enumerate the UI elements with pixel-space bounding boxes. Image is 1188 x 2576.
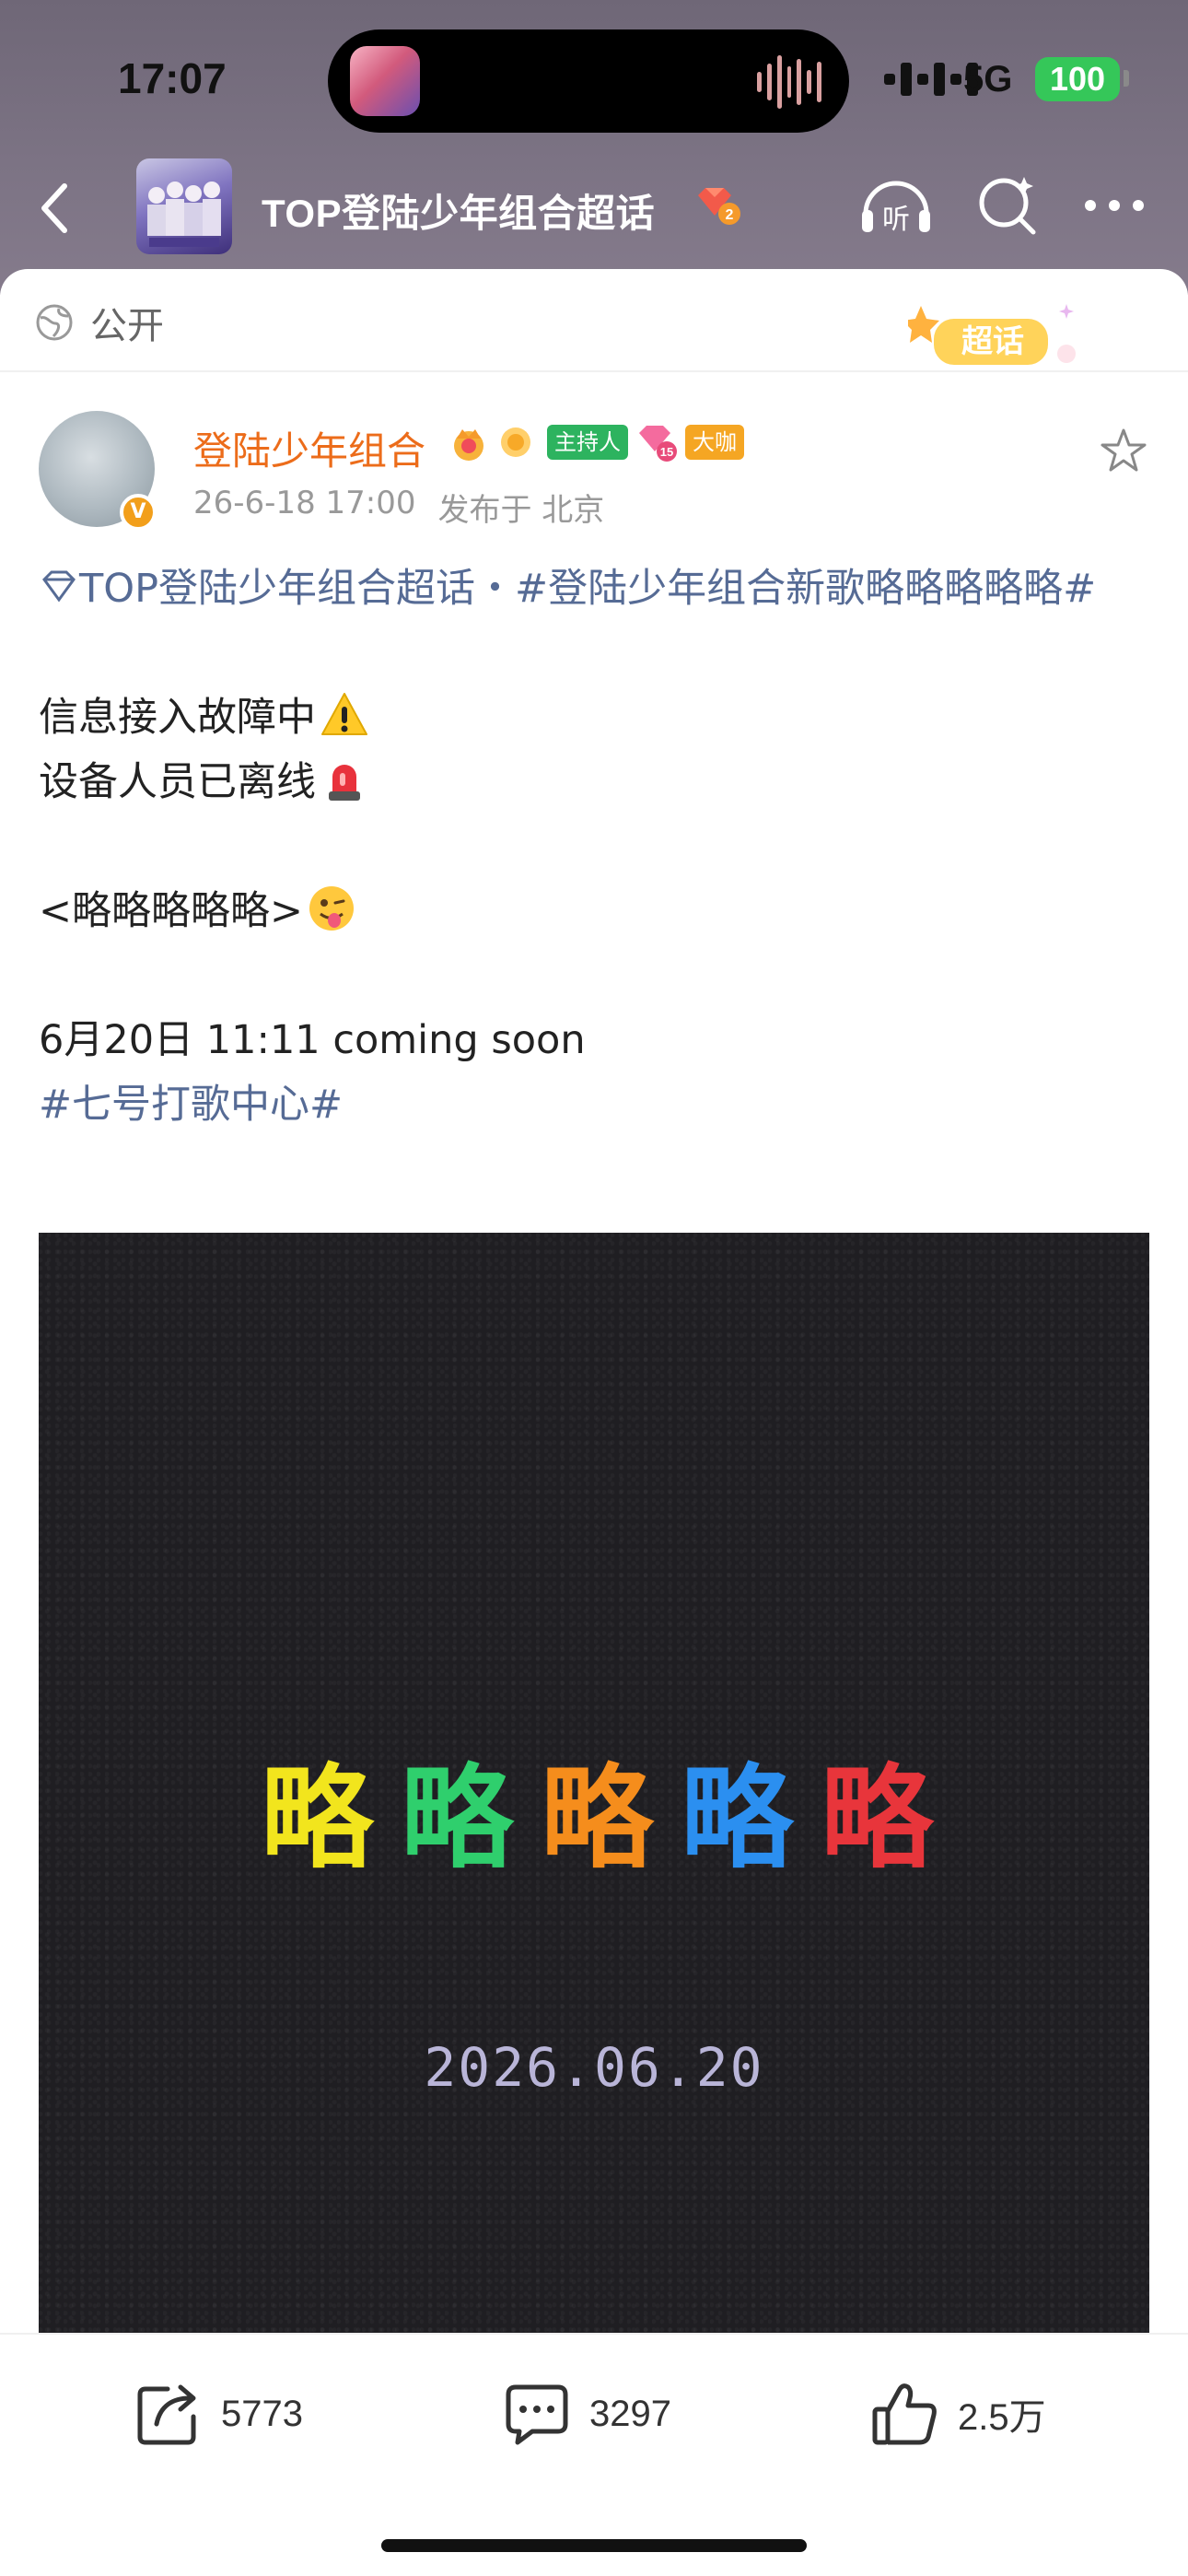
gem-badge-icon[interactable]: 15 bbox=[635, 422, 678, 463]
siren-icon bbox=[329, 765, 360, 801]
search-icon[interactable] bbox=[976, 171, 1042, 238]
supertopic-thumbnail[interactable] bbox=[136, 158, 232, 254]
post-image[interactable]: 略略略略略 2026.06.20 bbox=[39, 1233, 1149, 2338]
svg-text:听: 听 bbox=[882, 204, 910, 236]
chaohua-badge[interactable]: 超话 bbox=[908, 299, 1089, 378]
post-line-tag[interactable]: TOP登陆少年组合超话・#登陆少年组合新歌略略略略略# bbox=[39, 556, 1153, 621]
post-line-text: 设备人员已离线 bbox=[39, 759, 316, 805]
svg-text:2: 2 bbox=[726, 207, 734, 223]
share-icon bbox=[137, 2384, 196, 2445]
visibility-row: 公开 bbox=[35, 297, 164, 348]
post-line-text: 6月20日 11:11 coming soon bbox=[39, 1017, 586, 1063]
like-count: 2.5万 bbox=[958, 2397, 1046, 2438]
battery-tip bbox=[1124, 70, 1129, 87]
like-button[interactable]: 2.5万 bbox=[869, 2375, 1046, 2453]
share-button[interactable]: 5773 bbox=[133, 2375, 303, 2453]
post-body: TOP登陆少年组合超话・#登陆少年组合新歌略略略略略# 信息接入故障中 设备人员… bbox=[39, 556, 1153, 1137]
pixel-title-glyph: 略 bbox=[401, 1758, 515, 1878]
post-timestamp: 26-6-18 17:00 bbox=[193, 485, 416, 521]
network-type: 5G bbox=[963, 59, 1013, 100]
post-line[interactable]: #七号打歌中心# bbox=[39, 1072, 1153, 1137]
hashtag-link[interactable]: #七号打歌中心# bbox=[39, 1082, 343, 1128]
post-line-blank bbox=[39, 621, 1153, 685]
pixel-title-glyph: 略 bbox=[261, 1758, 375, 1878]
home-indicator[interactable] bbox=[381, 2539, 807, 2552]
post-line-text: <略略略略略> bbox=[39, 888, 304, 934]
host-badge[interactable]: 主持人 bbox=[547, 425, 628, 460]
level-gem-icon: 2 bbox=[698, 188, 740, 225]
verified-icon: V bbox=[120, 494, 157, 531]
author-name[interactable]: 登陆少年组合 bbox=[193, 420, 425, 476]
post-meta: 26-6-18 17:00 发布于 北京 bbox=[193, 485, 604, 530]
post-location: 发布于 北京 bbox=[437, 492, 605, 529]
post-line: <略略略略略> bbox=[39, 879, 1153, 943]
post-line: 设备人员已离线 bbox=[39, 750, 1153, 814]
status-time: 17:07 bbox=[118, 54, 227, 102]
divider bbox=[0, 370, 1188, 372]
globe-icon bbox=[36, 304, 73, 341]
topic-tag-link[interactable]: TOP登陆少年组合超话・#登陆少年组合新歌略略略略略# bbox=[79, 566, 1096, 612]
audio-wave-icon bbox=[757, 52, 822, 112]
svg-text:超话: 超话 bbox=[961, 323, 1024, 360]
more-icon[interactable] bbox=[1085, 192, 1149, 219]
svg-text:15: 15 bbox=[660, 445, 673, 459]
music-app-icon[interactable] bbox=[350, 46, 420, 116]
star-icon[interactable] bbox=[1098, 426, 1149, 477]
comment-icon bbox=[506, 2384, 568, 2445]
thumbs-up-icon bbox=[872, 2383, 937, 2445]
supertopic-title[interactable]: TOP登陆少年组合超话 bbox=[262, 182, 655, 239]
pixel-title-glyph: 略 bbox=[541, 1758, 655, 1878]
warning-icon bbox=[321, 693, 367, 735]
battery-icon: 100 bbox=[1035, 57, 1120, 101]
fan-medal-icon[interactable] bbox=[497, 422, 540, 463]
crown-icon[interactable] bbox=[448, 422, 490, 463]
pixel-title-glyph: 略 bbox=[821, 1758, 935, 1878]
post-line: 信息接入故障中 bbox=[39, 685, 1153, 750]
comment-count: 3297 bbox=[589, 2393, 671, 2434]
comment-button[interactable]: 3297 bbox=[501, 2375, 671, 2453]
big-badge[interactable]: 大咖 bbox=[685, 425, 744, 460]
author-badges: 主持人 15 大咖 bbox=[448, 422, 744, 463]
dynamic-island[interactable] bbox=[328, 29, 849, 133]
post-line-text: 信息接入故障中 bbox=[39, 695, 316, 741]
winking-tongue-icon bbox=[309, 886, 355, 931]
post-line: 6月20日 11:11 coming soon bbox=[39, 1008, 1153, 1072]
diamond-icon bbox=[42, 570, 76, 603]
listen-icon[interactable]: 听 bbox=[858, 173, 934, 240]
image-date: 2026.06.20 bbox=[424, 2036, 764, 2099]
back-icon[interactable] bbox=[33, 181, 79, 236]
post-line-blank bbox=[39, 814, 1153, 879]
pixel-title-glyph: 略 bbox=[681, 1758, 795, 1878]
pixel-title: 略略略略略 bbox=[261, 1758, 935, 1878]
share-count: 5773 bbox=[221, 2393, 303, 2434]
post-line-blank bbox=[39, 943, 1153, 1008]
visibility-label: 公开 bbox=[90, 305, 164, 347]
